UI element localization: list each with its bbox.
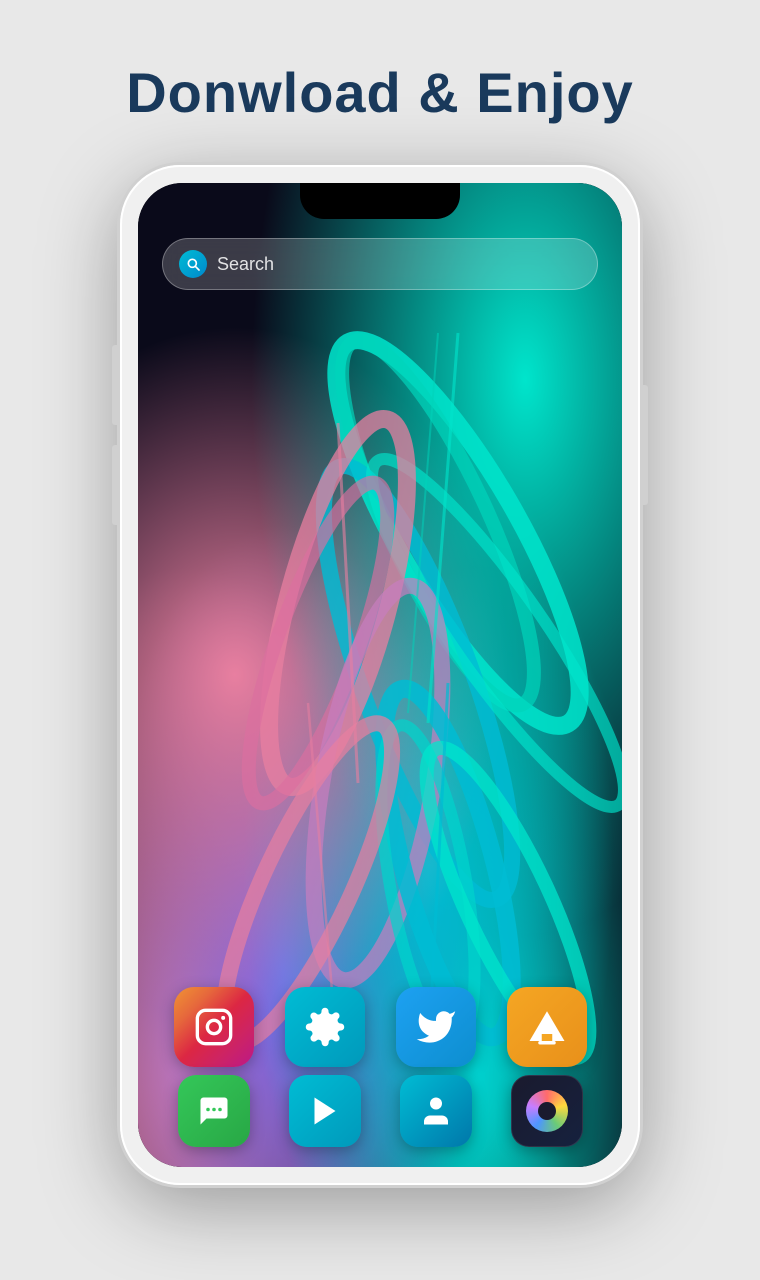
app-icon-twitter[interactable] <box>396 987 476 1067</box>
app-icon-contacts[interactable] <box>400 1075 472 1147</box>
phone-mockup: Search <box>120 165 640 1185</box>
phone-notch <box>300 183 460 219</box>
search-icon <box>179 250 207 278</box>
app-icon-playstore[interactable] <box>289 1075 361 1147</box>
app-dock-row2 <box>138 1075 622 1147</box>
page-title: Donwload & Enjoy <box>126 60 634 125</box>
app-icon-settings[interactable] <box>285 987 365 1067</box>
app-icon-instagram[interactable] <box>174 987 254 1067</box>
app-icon-vlc[interactable] <box>507 987 587 1067</box>
search-bar[interactable]: Search <box>162 238 598 290</box>
app-icon-camera[interactable] <box>511 1075 583 1147</box>
search-placeholder: Search <box>217 254 581 275</box>
app-icon-messages[interactable] <box>178 1075 250 1147</box>
phone-screen: Search <box>138 183 622 1167</box>
app-dock-row1 <box>138 987 622 1067</box>
